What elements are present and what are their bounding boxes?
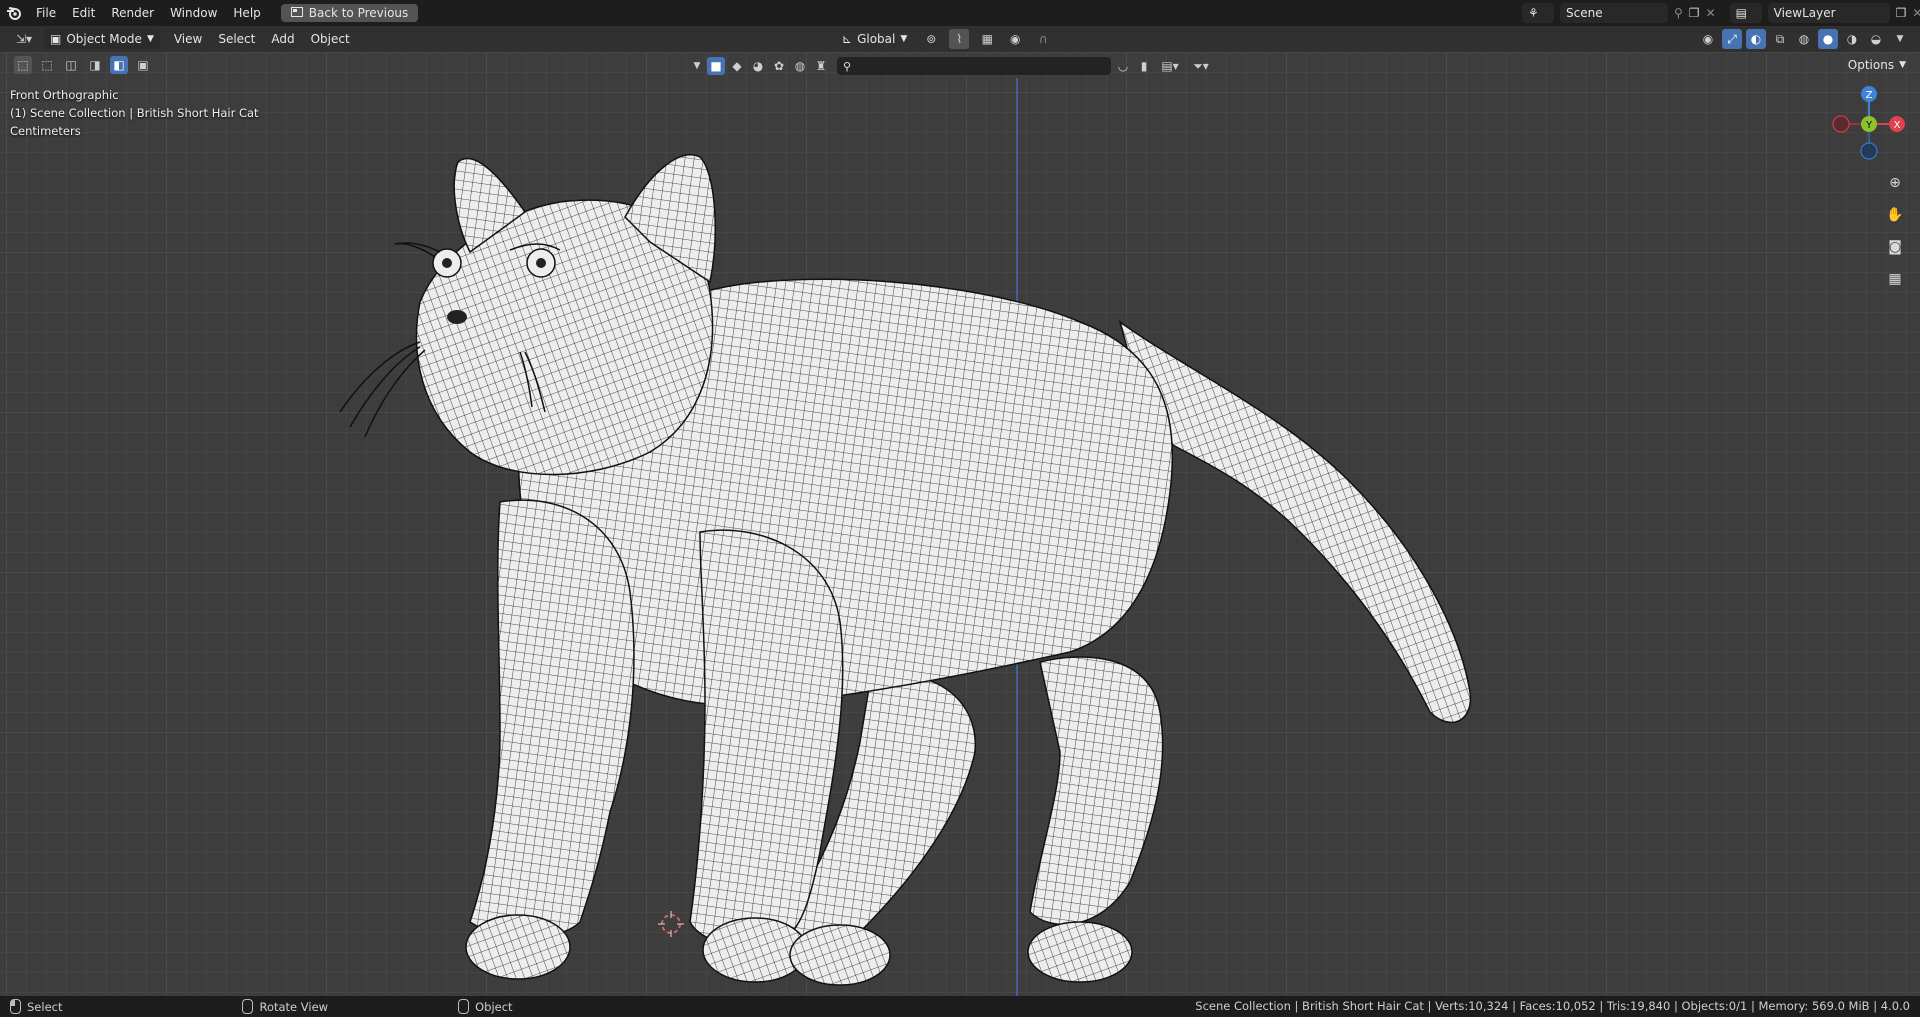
scene-type-dropdown[interactable]: ⚘ (1522, 3, 1554, 23)
cat-wireframe-mesh[interactable] (0, 52, 1920, 996)
menu-select[interactable]: Select (210, 26, 263, 52)
gizmo-toggle-icon[interactable]: ⤢ (1722, 29, 1742, 49)
menu-file[interactable]: File (28, 0, 64, 26)
grid-toggle-icon[interactable]: ▦ (1882, 266, 1908, 292)
falloff-icon[interactable]: ∩ (1033, 29, 1053, 49)
back-to-previous-button[interactable]: Back to Previous (280, 4, 419, 22)
close-view-layer-icon[interactable]: ✕ (1912, 6, 1920, 20)
status-object-label: Object (475, 999, 513, 1014)
3d-cursor-icon[interactable] (658, 911, 684, 937)
pivot-point-icon[interactable]: ⊚ (921, 29, 941, 49)
gizmo-x-label: X (1894, 120, 1901, 131)
gizmo-y-label: Y (1865, 120, 1873, 131)
blender-logo-icon[interactable] (0, 6, 28, 20)
view-layer-name: ViewLayer (1773, 6, 1836, 20)
scene-statistics: Scene Collection | British Short Hair Ca… (1195, 999, 1910, 1013)
menu-object[interactable]: Object (303, 26, 358, 52)
status-bar: Select Rotate View Object Scene Collecti… (0, 996, 1920, 1017)
snap-toggle-icon[interactable]: ⌇ (949, 29, 970, 49)
scene-icon: ⚘ (1528, 6, 1539, 20)
shading-options-icon[interactable]: ▼ (1890, 29, 1910, 49)
mode-dropdown[interactable]: ▣ Object Mode ▼ (44, 29, 160, 49)
pin-icon[interactable]: ⚲ (1674, 6, 1683, 20)
object-mode-icon: ▣ (50, 32, 62, 46)
navigation-gizmo[interactable]: Z X Y (1829, 84, 1909, 164)
mode-label: Object Mode (66, 32, 142, 46)
camera-icon[interactable]: ◙ (1882, 234, 1908, 260)
menu-add[interactable]: Add (263, 26, 302, 52)
scene-name: Scene (1566, 6, 1603, 20)
pan-hand-icon[interactable]: ✋ (1882, 202, 1908, 228)
view-layer-type-dropdown[interactable]: ▤ (1729, 3, 1762, 23)
chevron-down-icon: ▼ (900, 34, 908, 44)
proportional-edit-icon[interactable]: ◉ (1005, 29, 1025, 49)
menu-help[interactable]: Help (225, 0, 268, 26)
axis-editor-icon: ⇲▾ (15, 32, 33, 46)
status-object: Object (448, 999, 522, 1014)
status-rotate: Rotate View (232, 999, 338, 1014)
visibility-icon[interactable]: ◉ (1698, 29, 1718, 49)
mouse-middle-icon (242, 999, 254, 1014)
new-view-layer-icon[interactable]: ❐ (1896, 6, 1907, 20)
rendered-shading-icon[interactable]: ◒ (1866, 29, 1886, 49)
editor-type-dropdown[interactable]: ⇲▾ (10, 29, 38, 49)
orientation-icon: ⊾ (842, 32, 853, 46)
orientation-label: Global (857, 32, 896, 46)
gizmo-neg-x-handle (1832, 115, 1850, 133)
gizmo-neg-z-handle (1860, 142, 1878, 160)
viewport-header: ⇲▾ ▣ Object Mode ▼ View Select Add Objec… (0, 26, 1920, 52)
mouse-right-icon (458, 999, 470, 1014)
back-to-previous-label: Back to Previous (308, 6, 409, 20)
menu-edit[interactable]: Edit (64, 0, 103, 26)
mouse-left-icon (10, 999, 21, 1014)
overlays-toggle-icon[interactable]: ◐ (1746, 29, 1766, 49)
3d-viewport[interactable]: ⬚ ⬚ ◫ ◨ ◧ ▣ ▼ ■ ◆ ◕ ✿ ◍ ♜ ⚲ ◡ ▮ ▤▾ ⏷▾ Op… (0, 52, 1920, 996)
top-menu-bar: File Edit Render Window Help Back to Pre… (0, 0, 1920, 26)
menu-window[interactable]: Window (162, 0, 225, 26)
transform-orientation-dropdown[interactable]: ⊾ Global ▼ (836, 29, 913, 49)
view-layer-field[interactable]: ViewLayer (1767, 3, 1890, 23)
wireframe-shading-icon[interactable]: ◍ (1794, 29, 1814, 49)
view-layer-icon: ▤ (1735, 6, 1747, 20)
gizmo-z-label: Z (1866, 90, 1873, 101)
scene-field[interactable]: Scene (1560, 3, 1668, 23)
status-rotate-label: Rotate View (259, 999, 329, 1014)
menu-view[interactable]: View (166, 26, 210, 52)
close-scene-icon[interactable]: ✕ (1706, 6, 1716, 20)
xray-toggle-icon[interactable]: ⧉ (1770, 29, 1790, 49)
material-shading-icon[interactable]: ◑ (1842, 29, 1862, 49)
status-select: Select (0, 999, 72, 1014)
screen-icon (290, 6, 303, 20)
chevron-down-icon: ▼ (146, 34, 154, 44)
menu-render[interactable]: Render (103, 0, 162, 26)
status-select-label: Select (27, 999, 63, 1014)
zoom-icon[interactable]: ⊕ (1882, 170, 1908, 196)
viewport-navigation-tools: ⊕ ✋ ◙ ▦ (1882, 170, 1908, 292)
snap-target-icon[interactable]: ▦ (977, 29, 997, 49)
new-scene-icon[interactable]: ❐ (1689, 6, 1700, 20)
solid-shading-icon[interactable]: ● (1818, 29, 1838, 49)
